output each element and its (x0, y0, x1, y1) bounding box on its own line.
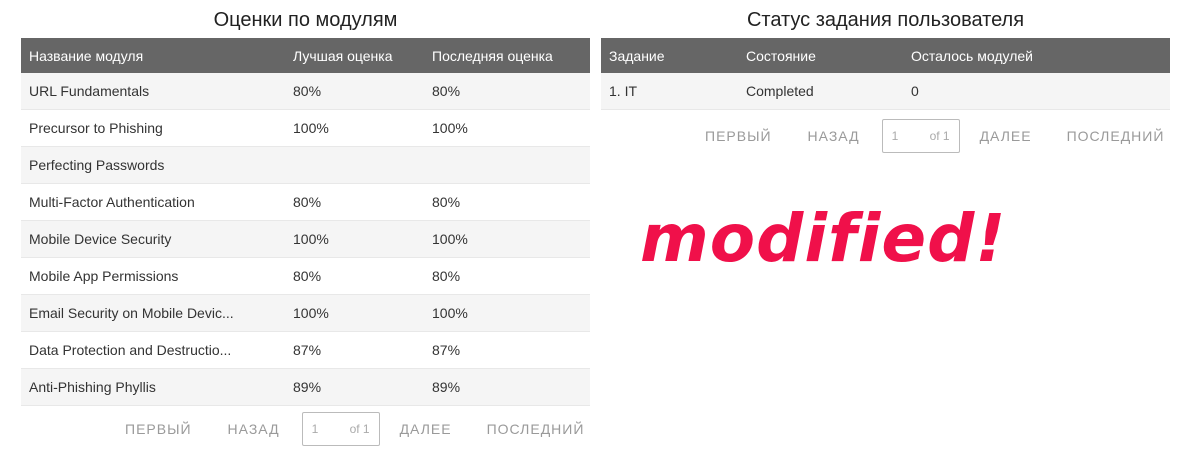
table-row[interactable]: Email Security on Mobile Devic... 100% 1… (21, 294, 590, 332)
table-row[interactable]: URL Fundamentals 80% 80% (21, 73, 590, 110)
column-header-module-name[interactable]: Название модуля (21, 38, 285, 73)
status-pagination: ПЕРВЫЙ НАЗАД 1 of 1 ДАЛЕЕ ПОСЛЕДНИЙ (705, 119, 1164, 153)
grades-pagination: ПЕРВЫЙ НАЗАД 1 of 1 ДАЛЕЕ ПОСЛЕДНИЙ (125, 412, 584, 446)
first-page-button[interactable]: ПЕРВЫЙ (705, 128, 772, 144)
table-row[interactable]: Precursor to Phishing 100% 100% (21, 109, 590, 147)
state-cell: Completed (738, 73, 903, 110)
last-score-cell: 80% (424, 73, 590, 110)
column-header-task[interactable]: Задание (601, 38, 738, 73)
module-name-cell: Email Security on Mobile Devic... (21, 294, 285, 332)
module-name-cell: Mobile App Permissions (21, 257, 285, 295)
last-score-cell: 100% (424, 294, 590, 332)
best-score-cell: 80% (285, 183, 424, 221)
table-row[interactable]: Mobile Device Security 100% 100% (21, 220, 590, 258)
best-score-cell: 89% (285, 368, 424, 406)
best-score-cell: 100% (285, 294, 424, 332)
module-name-cell: Precursor to Phishing (21, 109, 285, 147)
module-name-cell: Perfecting Passwords (21, 146, 285, 184)
module-name-cell: URL Fundamentals (21, 73, 285, 110)
best-score-cell: 80% (285, 73, 424, 110)
task-cell: 1. IT (601, 73, 738, 110)
column-header-last-score[interactable]: Последняя оценка (424, 38, 590, 73)
status-header-row: Задание Состояние Осталось модулей (601, 38, 1170, 73)
table-row[interactable]: 1. IT Completed 0 (601, 73, 1170, 110)
table-row[interactable]: Perfecting Passwords (21, 146, 590, 184)
page-number-input[interactable]: 1 of 1 (301, 412, 380, 446)
status-table: Задание Состояние Осталось модулей 1. IT… (601, 38, 1170, 110)
prev-page-button[interactable]: НАЗАД (808, 128, 860, 144)
page-number-input[interactable]: 1 of 1 (881, 119, 960, 153)
last-score-cell: 89% (424, 368, 590, 406)
grades-header-row: Название модуля Лучшая оценка Последняя … (21, 38, 590, 73)
last-score-cell: 100% (424, 109, 590, 147)
modified-stamp: modified! (640, 200, 1007, 277)
last-score-cell: 100% (424, 220, 590, 258)
remaining-cell: 0 (903, 73, 1170, 110)
last-score-cell: 80% (424, 257, 590, 295)
last-score-cell (424, 146, 590, 184)
assignment-status-panel: Статус задания пользователя Задание Сост… (601, 0, 1170, 110)
table-row[interactable]: Mobile App Permissions 80% 80% (21, 257, 590, 295)
module-name-cell: Multi-Factor Authentication (21, 183, 285, 221)
next-page-button[interactable]: ДАЛЕЕ (400, 421, 452, 437)
status-title: Статус задания пользователя (746, 9, 1025, 31)
table-row[interactable]: Data Protection and Destructio... 87% 87… (21, 331, 590, 369)
current-page: 1 (311, 422, 319, 436)
module-name-cell: Anti-Phishing Phyllis (21, 368, 285, 406)
page-count: of 1 (929, 129, 950, 143)
first-page-button[interactable]: ПЕРВЫЙ (125, 421, 192, 437)
table-row[interactable]: Multi-Factor Authentication 80% 80% (21, 183, 590, 221)
column-header-modules-remaining[interactable]: Осталось модулей (903, 38, 1170, 73)
best-score-cell: 87% (285, 331, 424, 369)
best-score-cell (285, 146, 424, 184)
current-page: 1 (891, 129, 899, 143)
best-score-cell: 100% (285, 109, 424, 147)
module-name-cell: Mobile Device Security (21, 220, 285, 258)
column-header-state[interactable]: Состояние (738, 38, 903, 73)
module-name-cell: Data Protection and Destructio... (21, 331, 285, 369)
grades-table: Название модуля Лучшая оценка Последняя … (21, 38, 590, 406)
best-score-cell: 100% (285, 220, 424, 258)
grades-panel: Оценки по модулям Название модуля Лучшая… (21, 0, 590, 406)
last-score-cell: 80% (424, 183, 590, 221)
last-page-button[interactable]: ПОСЛЕДНИЙ (1067, 128, 1165, 144)
best-score-cell: 80% (285, 257, 424, 295)
prev-page-button[interactable]: НАЗАД (228, 421, 280, 437)
column-header-best-score[interactable]: Лучшая оценка (285, 38, 424, 73)
table-row[interactable]: Anti-Phishing Phyllis 89% 89% (21, 368, 590, 406)
grades-title: Оценки по модулям (213, 9, 398, 31)
next-page-button[interactable]: ДАЛЕЕ (980, 128, 1032, 144)
page-count: of 1 (349, 422, 370, 436)
last-score-cell: 87% (424, 331, 590, 369)
last-page-button[interactable]: ПОСЛЕДНИЙ (487, 421, 585, 437)
